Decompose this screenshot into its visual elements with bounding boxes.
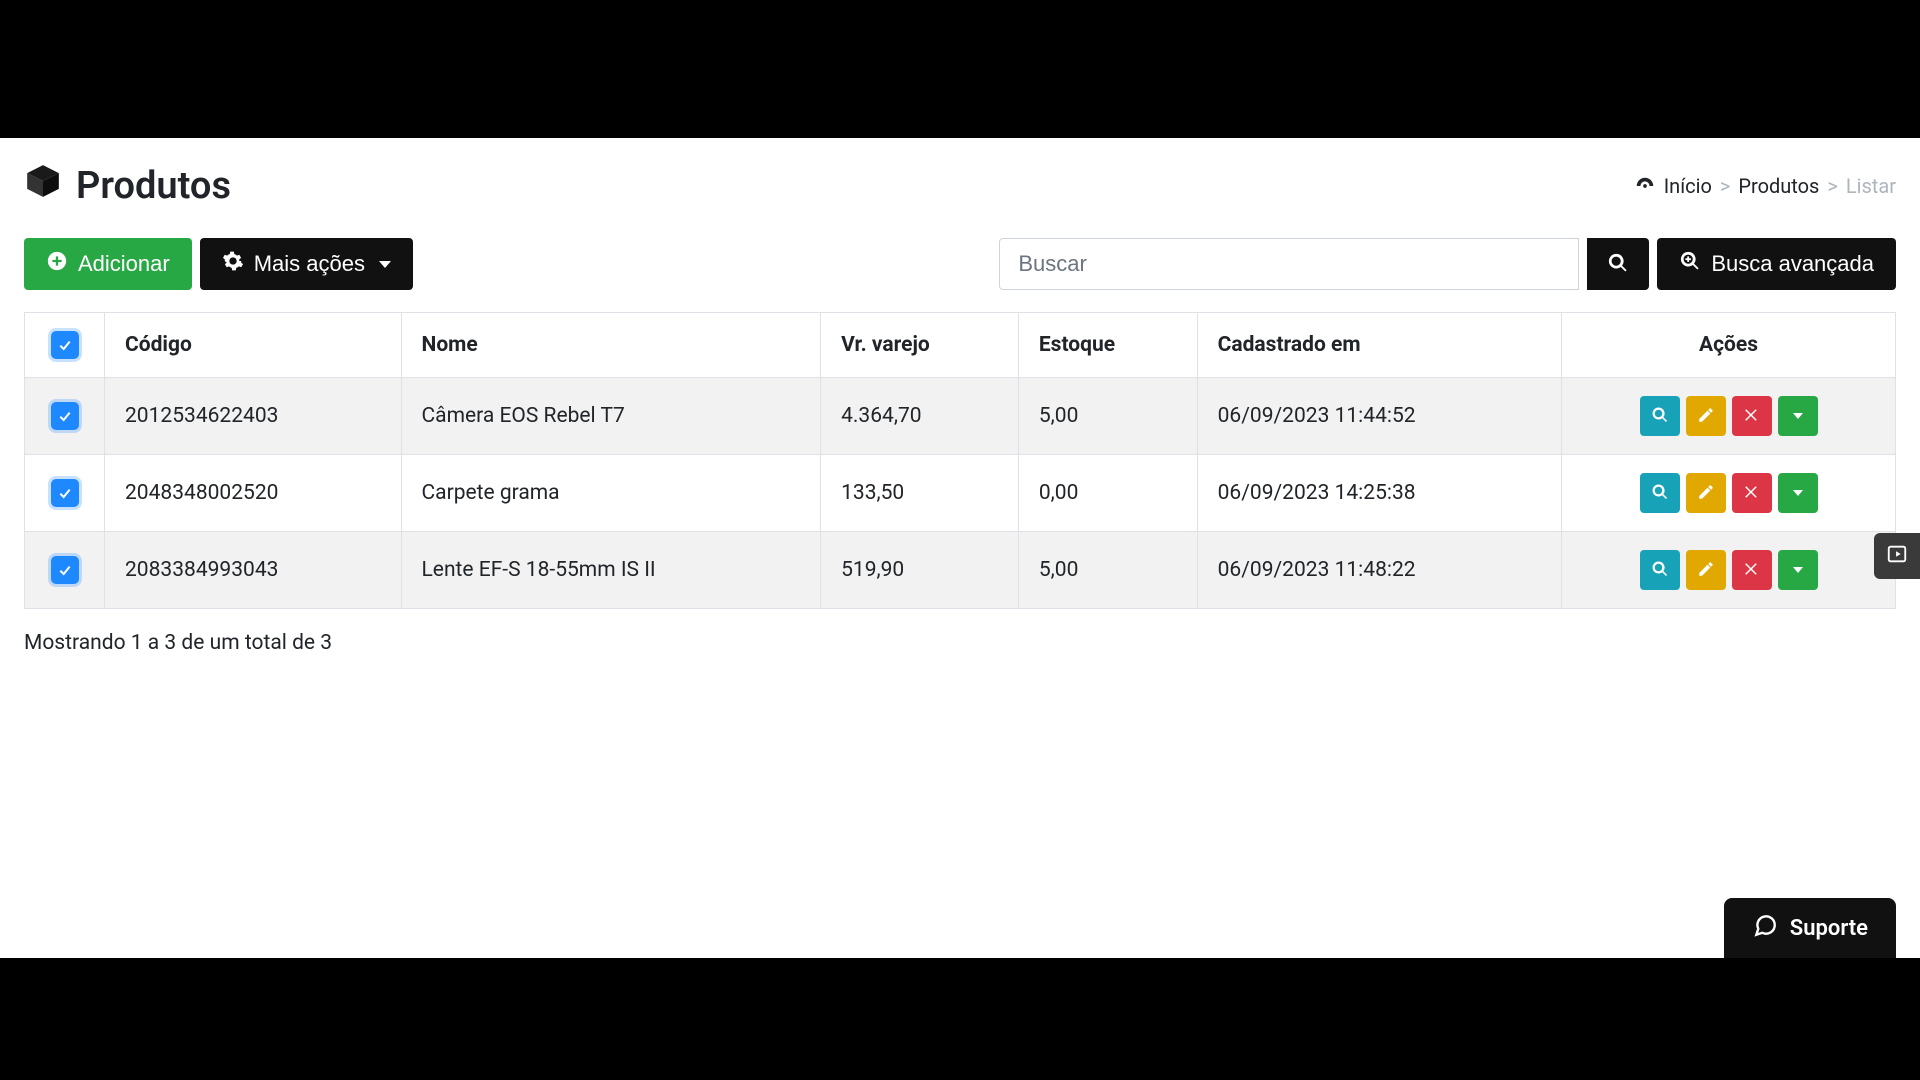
cell-created: 06/09/2023 14:25:38 [1197, 455, 1561, 532]
breadcrumb-separator: > [1720, 174, 1730, 198]
cell-name: Carpete grama [401, 455, 821, 532]
delete-button[interactable] [1732, 550, 1772, 590]
cell-name: Câmera EOS Rebel T7 [401, 378, 821, 455]
cell-stock: 5,00 [1018, 532, 1197, 609]
cogs-icon [222, 250, 244, 278]
search-plus-icon [1679, 250, 1701, 278]
dashboard-icon [1634, 175, 1656, 197]
edit-button[interactable] [1686, 473, 1726, 513]
col-stock[interactable]: Estoque [1018, 313, 1197, 378]
edit-icon [1697, 483, 1715, 504]
delete-button[interactable] [1732, 396, 1772, 436]
cell-retail: 4.364,70 [821, 378, 1019, 455]
breadcrumb-home[interactable]: Início [1664, 174, 1712, 198]
page-title: Produtos [24, 162, 231, 210]
close-icon [1743, 483, 1761, 504]
delete-button[interactable] [1732, 473, 1772, 513]
row-checkbox[interactable] [51, 479, 79, 507]
row-checkbox[interactable] [51, 402, 79, 430]
advanced-search-label: Busca avançada [1711, 251, 1874, 277]
edit-button[interactable] [1686, 396, 1726, 436]
search-icon [1651, 560, 1669, 581]
search-icon [1651, 406, 1669, 427]
cell-stock: 5,00 [1018, 378, 1197, 455]
caret-down-icon [1793, 567, 1803, 573]
col-name[interactable]: Nome [401, 313, 821, 378]
close-icon [1743, 560, 1761, 581]
caret-down-icon [1793, 413, 1803, 419]
caret-down-icon [1793, 490, 1803, 496]
cell-stock: 0,00 [1018, 455, 1197, 532]
view-button[interactable] [1640, 550, 1680, 590]
more-actions-label: Mais ações [254, 251, 365, 277]
search-button[interactable] [1587, 238, 1649, 290]
cell-name: Lente EF-S 18-55mm IS II [401, 532, 821, 609]
col-retail[interactable]: Vr. varejo [821, 313, 1019, 378]
panel-right-icon [1886, 543, 1908, 569]
more-actions-button[interactable]: Mais ações [200, 238, 413, 290]
col-created[interactable]: Cadastrado em [1197, 313, 1561, 378]
cell-code: 2012534622403 [105, 378, 402, 455]
support-label: Suporte [1790, 916, 1868, 941]
table-row: 2012534622403Câmera EOS Rebel T74.364,70… [25, 378, 1896, 455]
cell-retail: 133,50 [821, 455, 1019, 532]
more-button[interactable] [1778, 396, 1818, 436]
box-icon [24, 162, 62, 210]
cell-code: 2083384993043 [105, 532, 402, 609]
breadcrumb-section[interactable]: Produtos [1738, 174, 1819, 198]
breadcrumb-current: Listar [1846, 174, 1896, 198]
col-code[interactable]: Código [105, 313, 402, 378]
add-button-label: Adicionar [78, 251, 170, 277]
more-button[interactable] [1778, 473, 1818, 513]
cell-created: 06/09/2023 11:44:52 [1197, 378, 1561, 455]
table-row: 2083384993043Lente EF-S 18-55mm IS II519… [25, 532, 1896, 609]
row-checkbox[interactable] [51, 556, 79, 584]
col-actions: Ações [1562, 313, 1896, 378]
search-icon [1607, 252, 1629, 277]
more-button[interactable] [1778, 550, 1818, 590]
side-panel-toggle[interactable] [1874, 533, 1920, 579]
search-input[interactable] [999, 238, 1579, 290]
page-title-text: Produtos [76, 164, 231, 208]
plus-circle-icon [46, 250, 68, 278]
view-button[interactable] [1640, 396, 1680, 436]
cell-created: 06/09/2023 11:48:22 [1197, 532, 1561, 609]
breadcrumb: Início > Produtos > Listar [1634, 174, 1896, 198]
edit-icon [1697, 406, 1715, 427]
select-all-checkbox[interactable] [51, 331, 79, 359]
products-table: Código Nome Vr. varejo Estoque Cadastrad… [24, 312, 1896, 609]
close-icon [1743, 406, 1761, 427]
edit-button[interactable] [1686, 550, 1726, 590]
cell-retail: 519,90 [821, 532, 1019, 609]
support-button[interactable]: Suporte [1724, 898, 1896, 958]
breadcrumb-separator: > [1827, 174, 1837, 198]
view-button[interactable] [1640, 473, 1680, 513]
search-icon [1651, 483, 1669, 504]
advanced-search-button[interactable]: Busca avançada [1657, 238, 1896, 290]
add-button[interactable]: Adicionar [24, 238, 192, 290]
table-footer-info: Mostrando 1 a 3 de um total de 3 [0, 609, 1920, 677]
caret-down-icon [379, 261, 391, 268]
table-row: 2048348002520Carpete grama133,500,0006/0… [25, 455, 1896, 532]
chat-icon [1752, 912, 1778, 944]
edit-icon [1697, 560, 1715, 581]
cell-code: 2048348002520 [105, 455, 402, 532]
